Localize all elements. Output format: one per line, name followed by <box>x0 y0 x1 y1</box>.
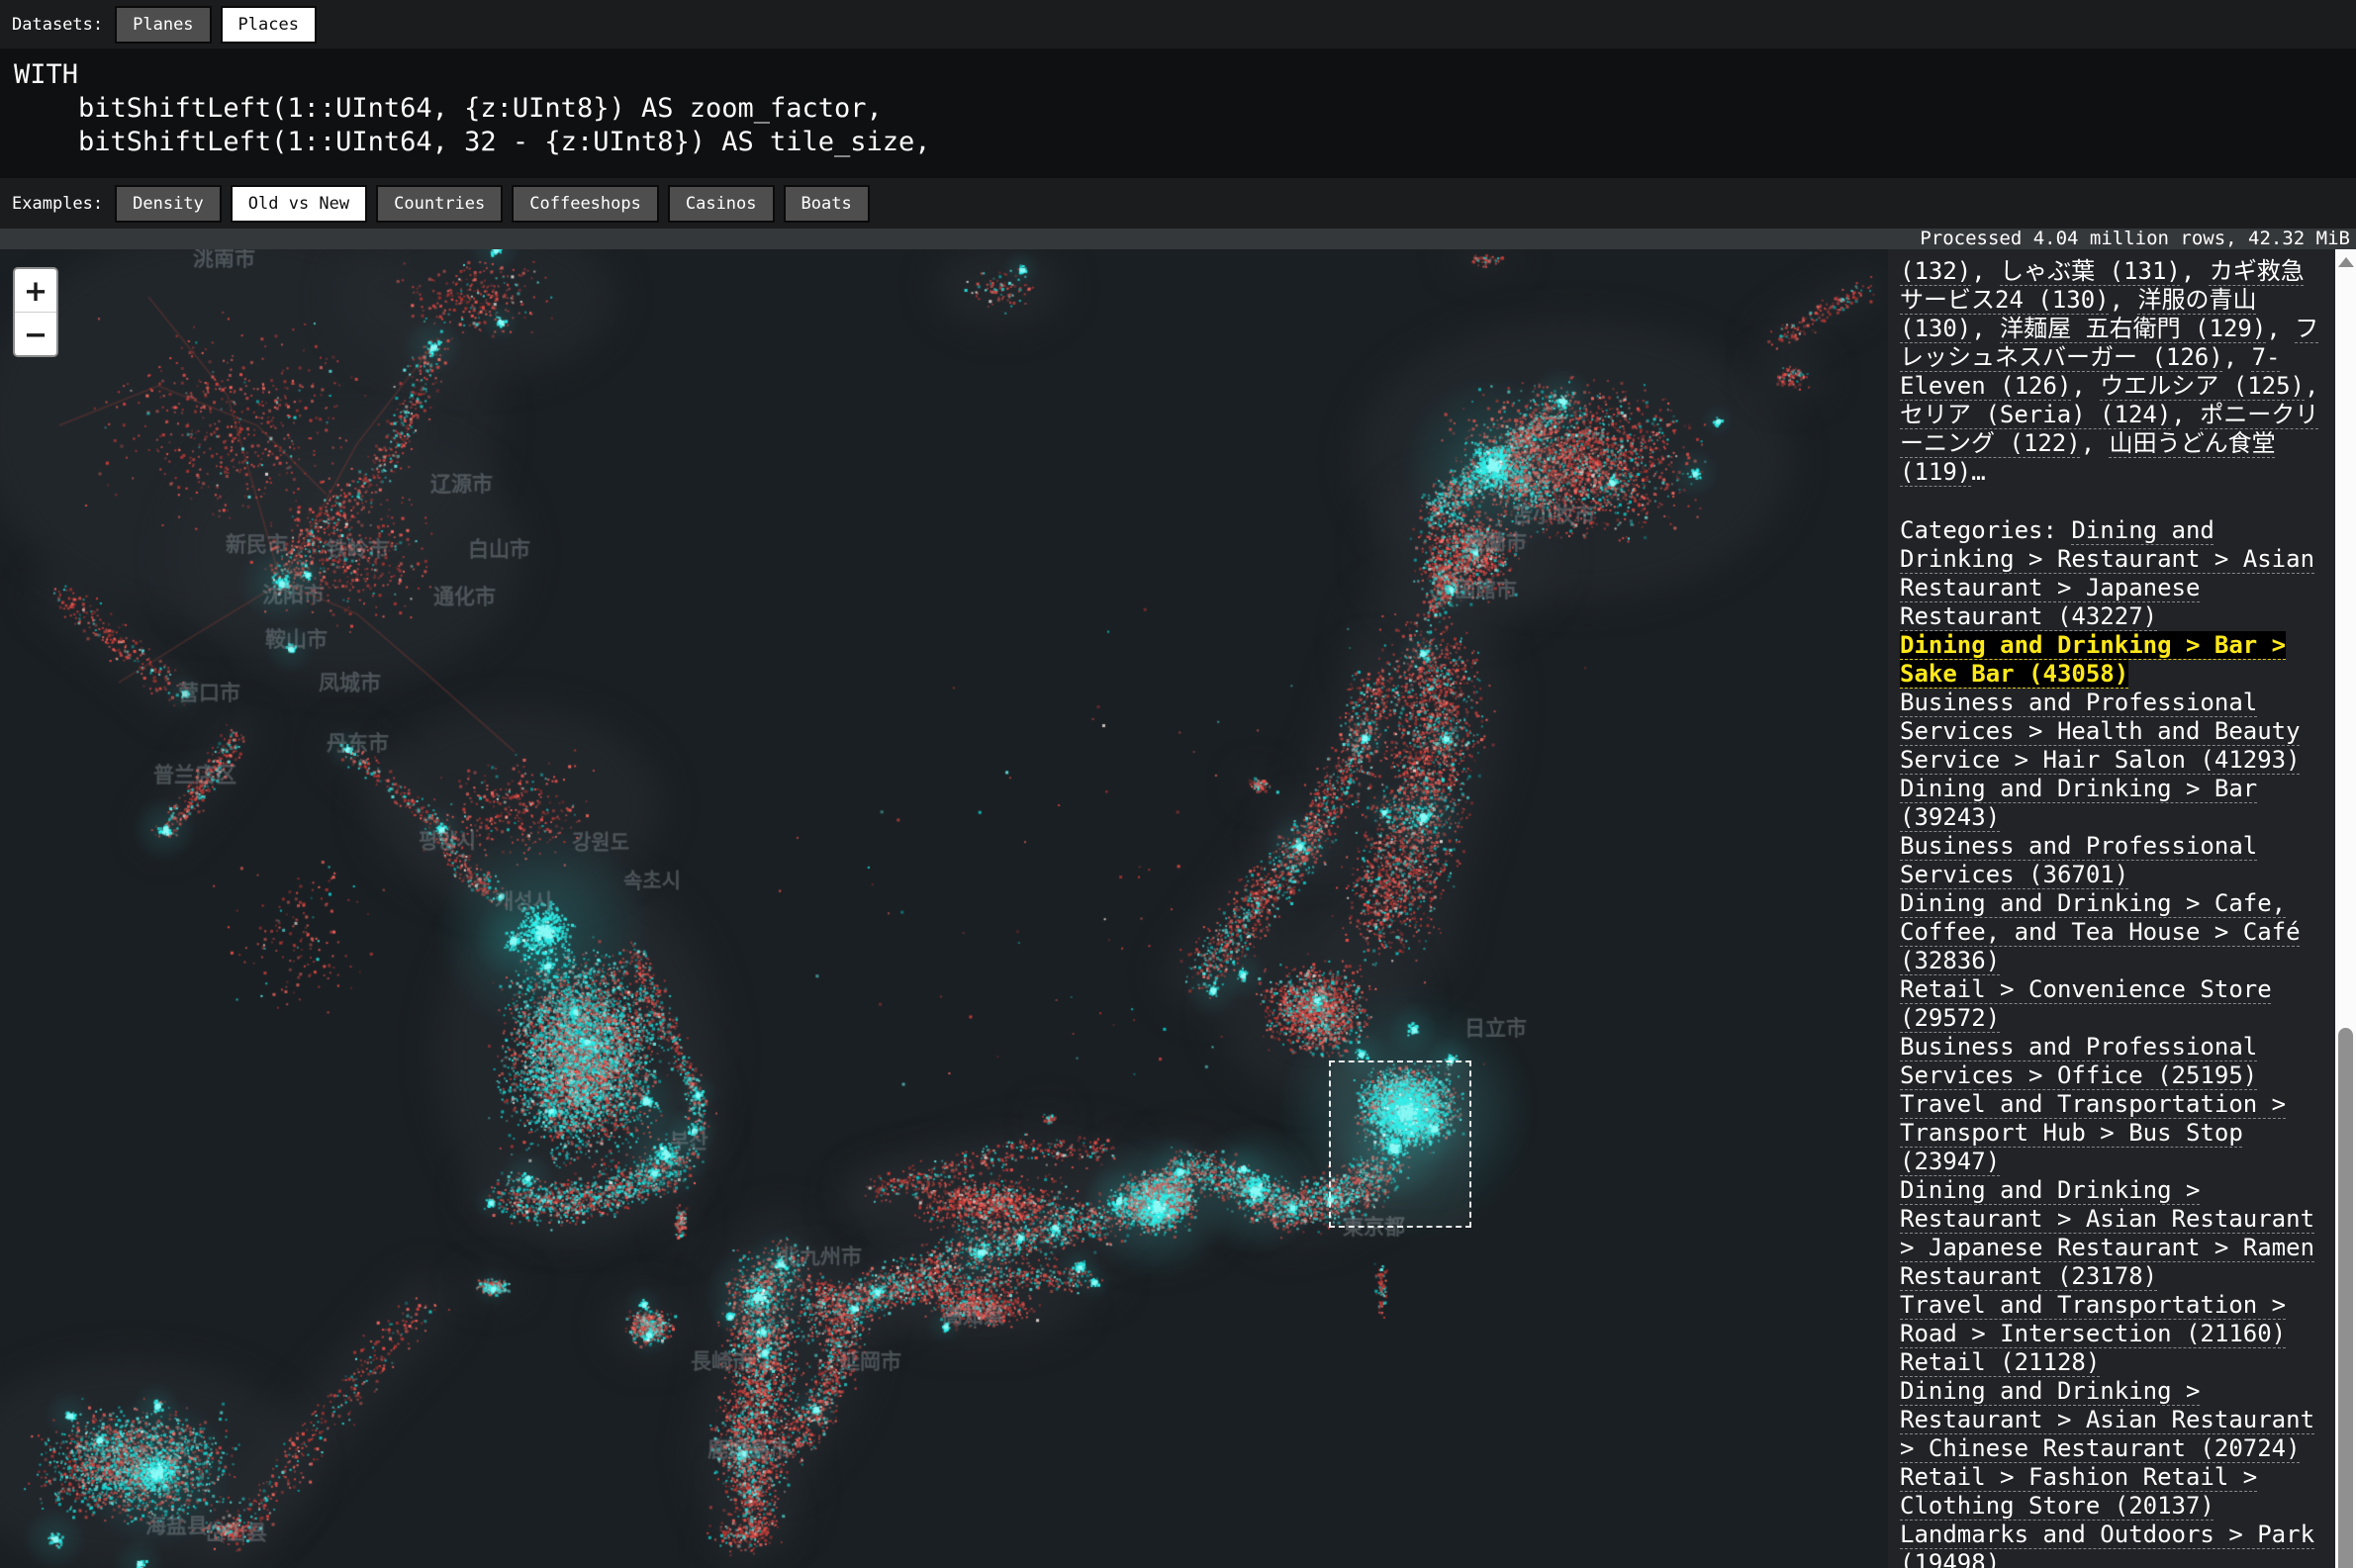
category-link[interactable]: Landmarks and Outdoors > Park (19498) <box>1900 1521 2314 1568</box>
examples-bar: Examples: DensityOld vs NewCountriesCoff… <box>0 178 2356 229</box>
category-link[interactable]: Retail > Fashion Retail > Clothing Store… <box>1900 1463 2257 1520</box>
example-button-boats[interactable]: Boats <box>784 185 870 223</box>
zoom-out-button[interactable]: − <box>15 313 56 355</box>
status-text: Processed 4.04 million rows, 42.32 MiB <box>1920 228 2350 249</box>
categories-list: Categories: Dining and Drinking > Restau… <box>1900 516 2325 1568</box>
category-link[interactable]: Dining and Drinking > Restaurant > Asian… <box>1900 1377 2314 1462</box>
selection-rectangle <box>1329 1061 1471 1228</box>
category-link[interactable]: Retail (21128) <box>1900 1348 2100 1376</box>
sidebar-scrollbar[interactable] <box>2335 249 2356 1568</box>
sql-query-editor[interactable]: WITH bitShiftLeft(1::UInt64, {z:UInt8}) … <box>0 48 2356 178</box>
category-link[interactable]: Dining and Drinking > Restaurant > Asian… <box>1900 1176 2314 1290</box>
place-link[interactable]: しゃぶ葉 (131) <box>2000 257 2181 285</box>
category-link-highlighted[interactable]: Dining and Drinking > Bar > Sake Bar (43… <box>1900 631 2286 688</box>
map-zoom-control: + − <box>13 267 58 357</box>
datasets-button-group: Planes Places <box>115 6 317 44</box>
dataset-button-planes[interactable]: Planes <box>115 6 211 44</box>
results-sidebar: (132), しゃぶ葉 (131), カギ救急サービス24 (130), 洋服の… <box>1888 249 2335 1568</box>
category-link[interactable]: Business and Professional Services > Hea… <box>1900 689 2301 774</box>
scrollbar-thumb[interactable] <box>2338 1028 2353 1568</box>
category-link[interactable]: Travel and Transportation > Road > Inter… <box>1900 1291 2286 1347</box>
example-button-old-vs-new[interactable]: Old vs New <box>231 185 367 223</box>
example-button-casinos[interactable]: Casinos <box>668 185 775 223</box>
place-link[interactable]: 洋麺屋 五右衛門 (129) <box>2000 315 2266 342</box>
category-link[interactable]: Dining and Drinking > Cafe, Coffee, and … <box>1900 889 2301 974</box>
category-link[interactable]: Business and Professional Services > Off… <box>1900 1033 2257 1089</box>
categories-label: Categories: <box>1900 516 2071 544</box>
category-link[interactable]: Dining and Drinking > Bar (39243) <box>1900 775 2257 831</box>
category-link[interactable]: Business and Professional Services (3670… <box>1900 832 2257 888</box>
place-link[interactable]: セリア (Seria) (124) <box>1900 401 2171 428</box>
scrollbar-up-arrow-icon[interactable] <box>2338 257 2354 267</box>
status-bar: Processed 4.04 million rows, 42.32 MiB <box>0 229 2356 249</box>
datasets-label: Datasets: <box>12 15 103 35</box>
category-link[interactable]: Retail > Convenience Store (29572) <box>1900 975 2272 1032</box>
place-link[interactable]: ウエルシア (125) <box>2100 372 2305 400</box>
examples-button-group: DensityOld vs NewCountriesCoffeeshopsCas… <box>115 185 870 223</box>
examples-label: Examples: <box>12 194 103 214</box>
example-button-density[interactable]: Density <box>115 185 222 223</box>
example-button-coffeeshops[interactable]: Coffeeshops <box>512 185 659 223</box>
zoom-in-button[interactable]: + <box>15 269 56 312</box>
place-link[interactable]: (132) <box>1900 257 1971 285</box>
datasets-bar: Datasets: Planes Places <box>0 0 2356 48</box>
category-link[interactable]: Travel and Transportation > Transport Hu… <box>1900 1090 2286 1175</box>
example-button-countries[interactable]: Countries <box>376 185 503 223</box>
dataset-button-places[interactable]: Places <box>221 6 317 44</box>
app-window: Datasets: Planes Places WITH bitShiftLeft… <box>0 0 2356 1568</box>
top-names-list: (132), しゃぶ葉 (131), カギ救急サービス24 (130), 洋服の… <box>1900 257 2325 487</box>
